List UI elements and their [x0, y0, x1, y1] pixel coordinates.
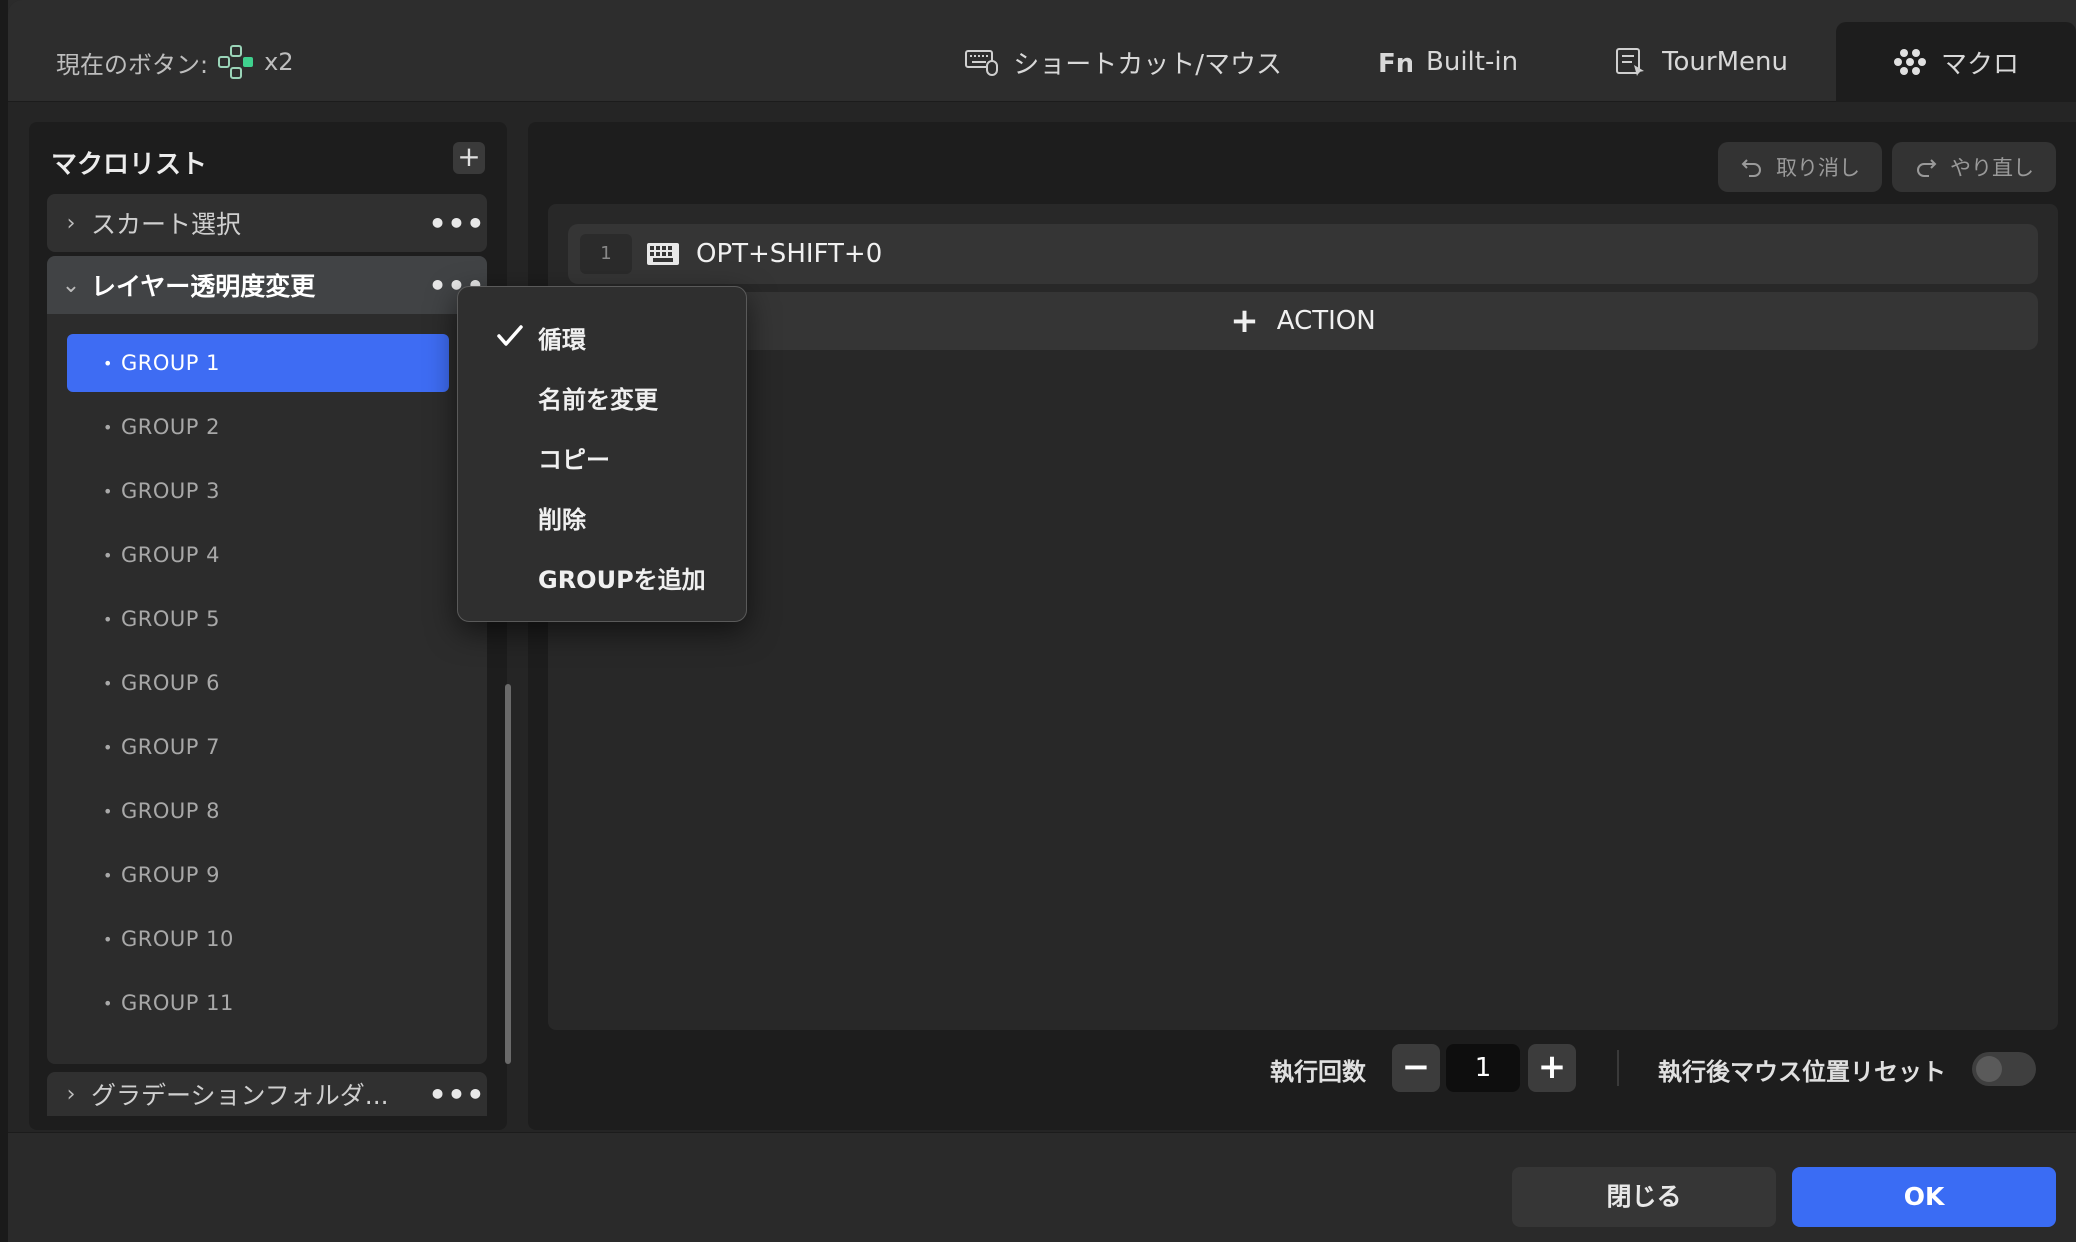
step-shortcut-text: OPT+SHIFT+0 — [696, 239, 883, 269]
macro-settings-window: 現在のボタン: x2 ショートカット/マウス Fn Built-in TourM… — [8, 0, 2076, 1242]
more-options-button[interactable]: ••• — [427, 1078, 487, 1111]
group-item[interactable]: GROUP 11 — [67, 974, 449, 1032]
macro-list-title: マクロリスト — [51, 150, 208, 180]
fn-icon: Fn — [1378, 49, 1412, 77]
svg-text:Fn: Fn — [1378, 49, 1412, 77]
close-button[interactable]: 閉じる — [1512, 1167, 1776, 1227]
keyboard-icon — [647, 243, 679, 265]
keyboard-mouse-icon — [965, 50, 999, 76]
undo-icon — [1741, 159, 1761, 177]
macro-item-name: スカート選択 — [91, 210, 242, 239]
macro-editor-panel: 取り消し やり直し 1 OPT+SHIFT+0 + ACTION 執行回数 − … — [528, 122, 2076, 1130]
group-list: GROUP 1 GROUP 2 GROUP 3 GROUP 4 GROUP 5 … — [47, 314, 487, 1064]
tab-label: ショートカット/マウス — [1013, 49, 1283, 80]
macro-item-layer-opacity[interactable]: ⌄ レイヤー透明度変更 ••• — [47, 256, 487, 314]
chevron-down-icon[interactable]: ⌄ — [51, 273, 91, 298]
dialog-footer: 閉じる OK — [8, 1132, 2076, 1242]
tab-label: Built-in — [1426, 47, 1519, 77]
action-editor: 1 OPT+SHIFT+0 + ACTION — [548, 204, 2058, 1030]
checkmark-icon — [497, 325, 523, 346]
add-action-button[interactable]: + ACTION — [568, 292, 2038, 350]
exec-count-label: 執行回数 — [1270, 1058, 1366, 1086]
plus-icon: + — [1230, 301, 1259, 341]
execution-controls: 執行回数 − 1 + 執行後マウス位置リセット — [528, 1042, 2076, 1098]
add-action-label: ACTION — [1276, 306, 1376, 336]
divider — [1617, 1050, 1619, 1086]
tour-menu-icon — [1616, 48, 1645, 76]
tab-bar: ショートカット/マウス Fn Built-in TourMenu マクロ — [917, 22, 2076, 102]
group-item[interactable]: GROUP 3 — [67, 462, 449, 520]
tab-built-in[interactable]: Fn Built-in — [1330, 22, 1566, 102]
tab-macro[interactable]: マクロ — [1836, 22, 2076, 102]
macro-item-name: グラデーションフォルダ... — [91, 1081, 389, 1110]
group-item[interactable]: GROUP 7 — [67, 718, 449, 776]
current-button-count: x2 — [264, 48, 294, 76]
group-item[interactable]: GROUP 8 — [67, 782, 449, 840]
menu-item-cycle[interactable]: 循環 — [458, 307, 746, 367]
more-options-button[interactable]: ••• — [427, 207, 487, 240]
redo-button[interactable]: やり直し — [1892, 142, 2056, 192]
ok-button[interactable]: OK — [1792, 1167, 2056, 1227]
menu-item-rename[interactable]: 名前を変更 — [458, 367, 746, 427]
add-macro-button[interactable]: + — [453, 142, 485, 174]
macro-item-name: レイヤー透明度変更 — [91, 272, 316, 301]
group-context-menu: 循環 名前を変更 コピー 削除 GROUPを追加 — [457, 286, 747, 622]
group-item[interactable]: GROUP 10 — [67, 910, 449, 968]
redo-label: やり直し — [1950, 156, 2034, 180]
header-bar: 現在のボタン: x2 ショートカット/マウス Fn Built-in TourM… — [8, 0, 2076, 102]
step-index: 1 — [580, 234, 632, 274]
current-button-indicator: 現在のボタン: x2 — [56, 44, 294, 80]
mouse-reset-toggle[interactable] — [1972, 1052, 2036, 1086]
menu-item-label: 循環 — [538, 325, 586, 354]
menu-item-copy[interactable]: コピー — [458, 427, 746, 487]
background-app-edge — [0, 0, 8, 1242]
group-item[interactable]: GROUP 1 — [67, 334, 449, 392]
current-button-label: 現在のボタン: — [56, 50, 209, 79]
undo-label: 取り消し — [1776, 156, 1860, 180]
group-item[interactable]: GROUP 4 — [67, 526, 449, 584]
tab-tour-menu[interactable]: TourMenu — [1566, 22, 1836, 102]
tab-label: マクロ — [1940, 49, 2019, 80]
redo-icon — [1917, 159, 1937, 177]
group-item[interactable]: GROUP 2 — [67, 398, 449, 456]
action-step-row[interactable]: 1 OPT+SHIFT+0 — [568, 224, 2038, 284]
menu-item-delete[interactable]: 削除 — [458, 487, 746, 547]
dpad-icon — [218, 45, 254, 79]
group-item[interactable]: GROUP 5 — [67, 590, 449, 648]
chevron-right-icon[interactable]: › — [51, 1082, 91, 1107]
macro-item-gradation-folder[interactable]: › グラデーションフォルダ... ••• — [47, 1072, 487, 1116]
decrement-button[interactable]: − — [1392, 1044, 1440, 1092]
macro-list-scrollbar[interactable] — [505, 684, 511, 1064]
undo-button[interactable]: 取り消し — [1718, 142, 1882, 192]
exec-count-input[interactable]: 1 — [1446, 1044, 1520, 1092]
group-item[interactable]: GROUP 6 — [67, 654, 449, 712]
chevron-right-icon[interactable]: › — [51, 211, 91, 236]
macro-dots-icon — [1893, 49, 1926, 75]
tab-label: TourMenu — [1662, 47, 1788, 77]
tab-shortcut-mouse[interactable]: ショートカット/マウス — [917, 22, 1330, 102]
increment-button[interactable]: + — [1528, 1044, 1576, 1092]
macro-item-skirt[interactable]: › スカート選択 ••• — [47, 194, 487, 252]
macro-list-panel: マクロリスト + › スカート選択 ••• ⌄ レイヤー透明度変更 ••• GR… — [29, 122, 511, 1130]
menu-item-add-group[interactable]: GROUPを追加 — [458, 547, 746, 607]
group-item[interactable]: GROUP 9 — [67, 846, 449, 904]
mouse-reset-label: 執行後マウス位置リセット — [1658, 1058, 1946, 1086]
